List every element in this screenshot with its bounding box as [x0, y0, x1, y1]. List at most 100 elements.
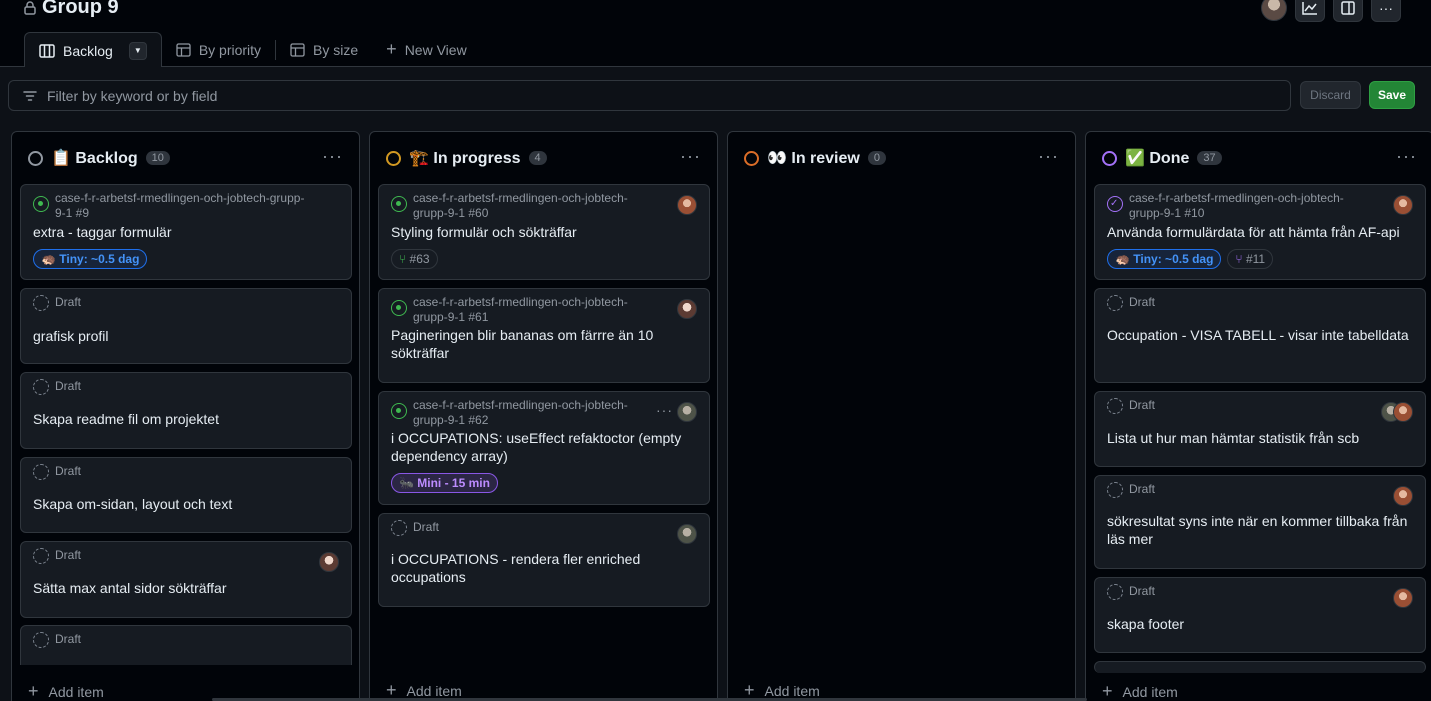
- column-in-review: 👀 In review 0 ··· + Add item: [727, 131, 1076, 701]
- column-backlog: 📋 Backlog 10 ··· case-f-r-arbetsf-rmedli…: [11, 131, 360, 701]
- card-meta: case-f-r-arbetsf-rmedlingen-och-jobtech-…: [33, 191, 305, 221]
- draft-icon: [391, 520, 407, 536]
- column-menu-button[interactable]: ···: [680, 146, 701, 167]
- linked-pr[interactable]: ⑂ #63: [391, 249, 438, 269]
- plus-icon: +: [386, 39, 397, 59]
- item-card[interactable]: case-f-r-arbetsf-rmedlingen-och-jobtech-…: [20, 184, 352, 280]
- card-title[interactable]: sökresultat syns inte när en kommer till…: [1107, 512, 1413, 548]
- column-header: ✅ Done 37 ···: [1102, 146, 1417, 170]
- assignee-avatar[interactable]: [1393, 486, 1413, 506]
- card-meta: Draft: [1107, 398, 1155, 414]
- card-labels: 🦔 Tiny: ~0.5 dag: [33, 249, 148, 269]
- item-card[interactable]: case-f-r-arbetsf-rmedlingen-och-jobtech-…: [378, 184, 710, 280]
- card-title[interactable]: Occupation - VISA TABELL - visar inte ta…: [1107, 326, 1413, 344]
- card-title[interactable]: extra - taggar formulär: [33, 223, 339, 241]
- card-meta: Draft: [1107, 295, 1155, 311]
- card-title[interactable]: Skapa om-sidan, layout och text: [33, 495, 339, 513]
- save-button[interactable]: Save: [1369, 81, 1415, 109]
- draft-icon: [1107, 295, 1123, 311]
- item-card[interactable]: Draft Skapa readme fil om projektet: [20, 372, 352, 449]
- draft-icon: [33, 464, 49, 480]
- card-meta: case-f-r-arbetsf-rmedlingen-och-jobtech-…: [1107, 191, 1349, 221]
- filter-input[interactable]: Filter by keyword or by field: [8, 80, 1291, 111]
- tab-label: By size: [313, 41, 359, 58]
- tab-by-priority[interactable]: By priority: [162, 32, 275, 67]
- column-title: 👀 In review: [767, 150, 860, 167]
- board: 📋 Backlog 10 ··· case-f-r-arbetsf-rmedli…: [0, 123, 1431, 701]
- item-card[interactable]: case-f-r-arbetsf-rmedlingen-och-jobtech-…: [378, 391, 710, 505]
- status-circle-icon: [28, 150, 43, 166]
- size-label[interactable]: 🦔 Tiny: ~0.5 dag: [33, 249, 148, 269]
- card-title[interactable]: skapa footer: [1107, 615, 1413, 633]
- discard-button[interactable]: Discard: [1300, 81, 1361, 109]
- card-title[interactable]: Lista ut hur man hämtar statistik från s…: [1107, 429, 1413, 447]
- item-card[interactable]: Draft grafisk profil: [20, 288, 352, 364]
- card-title[interactable]: grafisk profil: [33, 327, 339, 345]
- column-title: 📋 Backlog: [51, 150, 138, 167]
- card-meta: Draft: [33, 379, 81, 395]
- card-title[interactable]: Styling formulär och sökträffar: [391, 223, 697, 241]
- assignee-avatar[interactable]: [677, 524, 697, 544]
- column-count: 4: [528, 151, 547, 165]
- top-bar: Group 9 ··· Backlog ▼ By priority By siz…: [0, 0, 1431, 68]
- graph-icon: [1302, 2, 1317, 15]
- linked-pr[interactable]: ⑂ #11: [1227, 249, 1274, 269]
- assignee-avatar[interactable]: [677, 195, 697, 215]
- item-card[interactable]: Draft Occupation - VISA TABELL - visar i…: [1094, 288, 1426, 383]
- column-count: 37: [1197, 151, 1222, 165]
- size-label[interactable]: 🐜 Mini - 15 min: [391, 473, 498, 493]
- issue-open-icon: [391, 196, 407, 212]
- insights-button[interactable]: [1295, 0, 1325, 22]
- size-label[interactable]: 🦔 Tiny: ~0.5 dag: [1107, 249, 1222, 269]
- item-card[interactable]: Draft: [20, 625, 352, 665]
- assignee-avatar[interactable]: [1393, 195, 1413, 215]
- column-title: 🏗️ In progress: [409, 150, 521, 167]
- more-options-button[interactable]: ···: [1371, 0, 1401, 22]
- tab-options-button[interactable]: ▼: [128, 41, 147, 60]
- add-item-button[interactable]: + Add item: [28, 681, 104, 701]
- filter-bar: Filter by keyword or by field Discard Sa…: [0, 67, 1431, 123]
- card-title[interactable]: Pagineringen blir bananas om färrre än 1…: [391, 326, 697, 362]
- new-view-button[interactable]: + New View: [372, 32, 481, 67]
- item-card[interactable]: Draft i OCCUPATIONS - rendera fler enric…: [378, 513, 710, 607]
- card-title[interactable]: i OCCUPATIONS - rendera fler enriched oc…: [391, 550, 697, 586]
- merged-icon: ⑂: [1235, 252, 1243, 266]
- item-card[interactable]: case-f-r-arbetsf-rmedlingen-och-jobtech-…: [378, 288, 710, 383]
- item-card[interactable]: case-f-r-arbetsf-rmedlingen-och-jobtech-…: [1094, 184, 1426, 280]
- card-menu-button[interactable]: ···: [656, 402, 673, 418]
- avatar[interactable]: [1261, 0, 1287, 21]
- add-item-button[interactable]: + Add item: [1102, 681, 1178, 701]
- card-title[interactable]: Skapa readme fil om projektet: [33, 410, 339, 428]
- card-labels: 🦔 Tiny: ~0.5 dag ⑂ #11: [1107, 249, 1274, 269]
- column-menu-button[interactable]: ···: [1396, 146, 1417, 167]
- item-card[interactable]: Draft Lista ut hur man hämtar statistik …: [1094, 391, 1426, 467]
- assignee-avatar[interactable]: [319, 552, 339, 572]
- tab-backlog[interactable]: Backlog ▼: [24, 32, 162, 68]
- assignee-avatar[interactable]: [677, 402, 697, 422]
- card-title[interactable]: Använda formulärdata för att hämta från …: [1107, 223, 1413, 241]
- card-title[interactable]: Sätta max antal sidor sökträffar: [33, 579, 339, 597]
- column-menu-button[interactable]: ···: [322, 146, 343, 167]
- item-card[interactable]: Draft skapa footer: [1094, 577, 1426, 653]
- assignee-avatar[interactable]: [677, 299, 697, 319]
- pull-request-icon: ⑂: [399, 252, 407, 266]
- project-title-text: Group 9: [42, 0, 119, 18]
- card-title[interactable]: i OCCUPATIONS: useEffect refaktoctor (em…: [391, 429, 697, 465]
- card-labels: ⑂ #63: [391, 249, 438, 269]
- item-card[interactable]: Draft Skapa om-sidan, layout och text: [20, 457, 352, 533]
- tab-by-size[interactable]: By size: [276, 32, 372, 67]
- filter-icon: [23, 90, 37, 101]
- project-title: Group 9: [24, 0, 119, 19]
- card-meta: Draft: [33, 464, 81, 480]
- table-icon: [176, 42, 191, 57]
- side-panel-button[interactable]: [1333, 0, 1363, 22]
- item-card[interactable]: Draft sökresultat syns inte när en komme…: [1094, 475, 1426, 569]
- column-menu-button[interactable]: ···: [1038, 146, 1059, 167]
- assignee-avatar[interactable]: [1393, 402, 1413, 422]
- tab-label: By priority: [198, 41, 262, 58]
- filter-placeholder: Filter by keyword or by field: [47, 87, 218, 104]
- item-card[interactable]: Draft Sätta max antal sidor sökträffar: [20, 541, 352, 618]
- draft-icon: [1107, 482, 1123, 498]
- assignee-avatar[interactable]: [1393, 588, 1413, 608]
- item-card[interactable]: [1094, 661, 1426, 673]
